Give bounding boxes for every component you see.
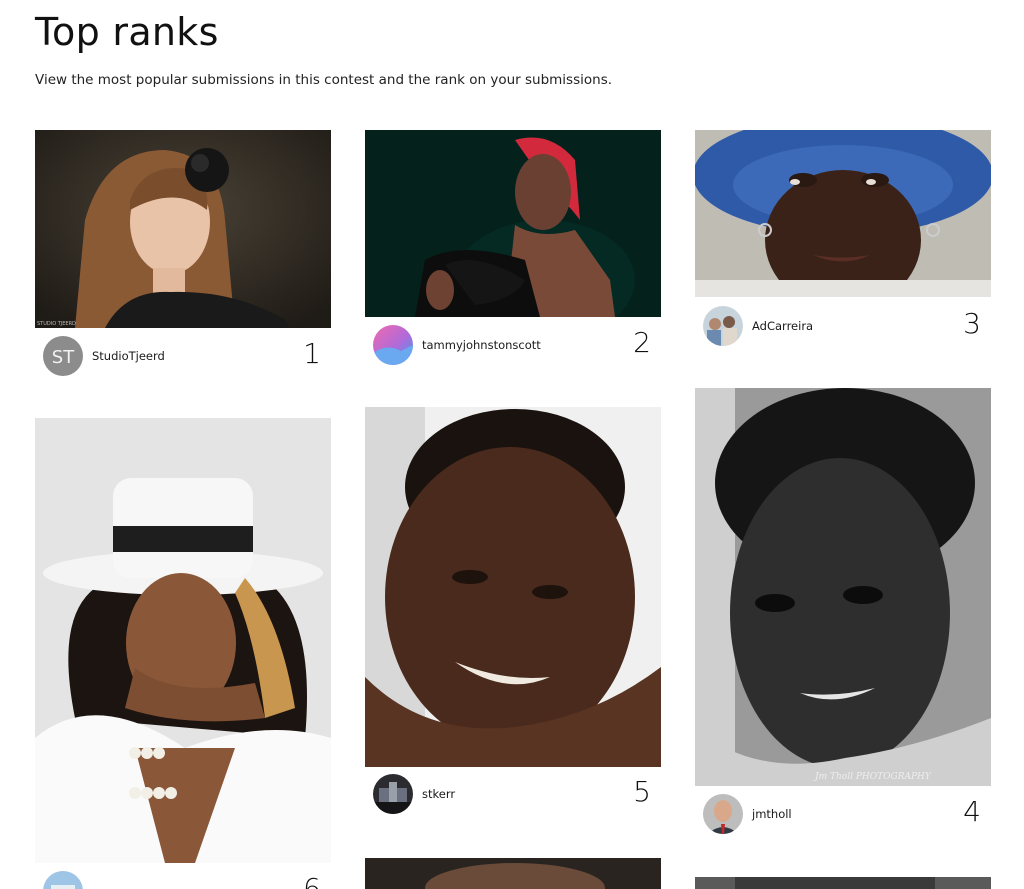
submission-meta-5: stkerr 5 <box>373 773 653 817</box>
user-avatar[interactable] <box>373 774 413 814</box>
user-avatar[interactable] <box>373 325 413 365</box>
submission-card-partial-middle[interactable] <box>365 858 661 889</box>
rank-number: 6 <box>303 872 321 889</box>
page-title: Top ranks <box>35 10 219 54</box>
submission-card-2[interactable]: tammyjohnstonscott 2 <box>365 130 661 370</box>
submission-card-4[interactable]: Jm Tholl PHOTOGRAPHY jmtholl 4 <box>695 388 991 838</box>
submission-photo-1[interactable]: STUDIO TJEERD <box>35 130 331 328</box>
rank-number: 3 <box>963 307 981 340</box>
username-link[interactable]: stkerr <box>422 787 455 801</box>
submission-card-3[interactable]: AdCarreira 3 <box>695 130 991 355</box>
submission-card-5[interactable]: stkerr 5 <box>365 407 661 822</box>
avatar-initials: ST <box>52 347 75 368</box>
user-avatar[interactable] <box>703 306 743 346</box>
submission-photo-2[interactable] <box>365 130 661 317</box>
page-subtitle: View the most popular submissions in thi… <box>35 72 613 88</box>
submission-meta-4: jmtholl 4 <box>703 793 983 837</box>
submission-photo-3[interactable] <box>695 130 991 297</box>
submission-card-6[interactable]: 6 <box>35 418 331 889</box>
submission-photo-4[interactable]: Jm Tholl PHOTOGRAPHY <box>695 388 991 786</box>
user-avatar[interactable] <box>703 794 743 834</box>
submission-meta-2: tammyjohnstonscott 2 <box>373 324 653 368</box>
rank-number: 2 <box>633 326 651 359</box>
user-avatar[interactable]: ST <box>43 336 83 376</box>
rank-number: 4 <box>963 795 981 828</box>
rank-number: 5 <box>633 775 651 808</box>
username-link[interactable]: tammyjohnstonscott <box>422 338 541 352</box>
submission-meta-6: 6 <box>43 870 323 889</box>
submission-card-1[interactable]: STUDIO TJEERD ST StudioTjeerd 1 <box>35 130 331 376</box>
submission-meta-3: AdCarreira 3 <box>703 305 983 349</box>
submission-photo-6[interactable] <box>35 418 331 863</box>
submission-photo-partial-right[interactable] <box>695 877 991 889</box>
user-avatar[interactable] <box>43 871 83 889</box>
photo-watermark: Jm Tholl PHOTOGRAPHY <box>815 772 931 782</box>
photo-watermark: STUDIO TJEERD <box>37 321 76 327</box>
rank-number: 1 <box>303 337 321 370</box>
username-link[interactable]: StudioTjeerd <box>92 349 165 363</box>
submission-photo-partial-middle[interactable] <box>365 858 661 889</box>
username-link[interactable]: AdCarreira <box>752 319 813 333</box>
page: Top ranks View the most popular submissi… <box>0 0 1024 889</box>
username-link[interactable]: jmtholl <box>752 807 792 821</box>
submission-card-partial-right[interactable] <box>695 877 991 889</box>
submission-photo-5[interactable] <box>365 407 661 767</box>
submission-meta-1: ST StudioTjeerd 1 <box>43 335 323 379</box>
